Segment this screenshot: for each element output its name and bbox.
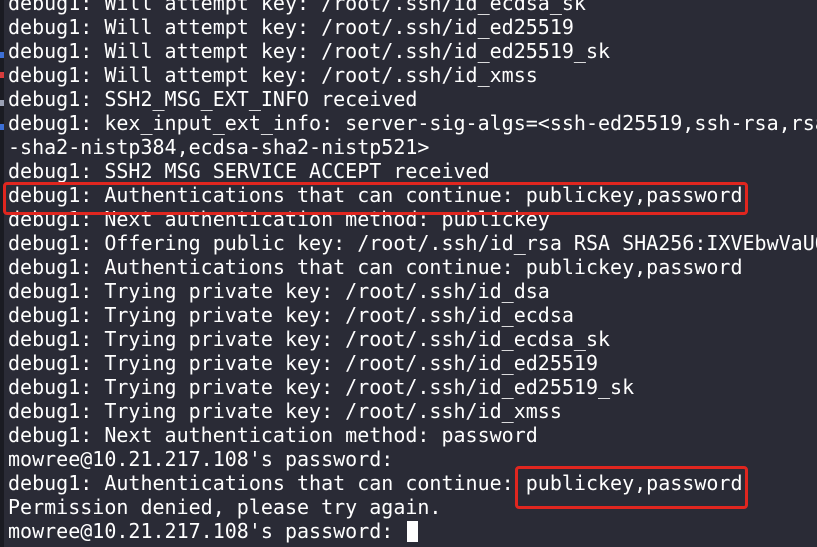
gutter-mark (0, 72, 4, 78)
terminal-line: debug1: Trying private key: /root/.ssh/i… (8, 375, 635, 399)
terminal-line: debug1: Trying private key: /root/.ssh/i… (8, 399, 562, 423)
terminal-line: -sha2-nistp384,ecdsa-sha2-nistp521> (8, 135, 430, 159)
terminal-line: debug1: Trying private key: /root/.ssh/i… (8, 303, 574, 327)
terminal-line: debug1: Will attempt key: /root/.ssh/id_… (8, 39, 611, 63)
terminal-line: debug1: Trying private key: /root/.ssh/i… (8, 327, 611, 351)
terminal-window[interactable]: debug1: Will attempt key: /root/.ssh/id_… (0, 0, 817, 547)
text-cursor[interactable] (407, 521, 419, 542)
terminal-line: debug1: Authentications that can continu… (8, 255, 743, 279)
gutter-mark (0, 52, 4, 58)
password-prompt: mowree@10.21.217.108's password: (8, 519, 406, 543)
left-gutter (0, 0, 4, 547)
terminal-line: debug1: Trying private key: /root/.ssh/i… (8, 279, 550, 303)
terminal-line: debug1: Will attempt key: /root/.ssh/id_… (8, 0, 586, 15)
terminal-output: debug1: Will attempt key: /root/.ssh/id_… (8, 0, 817, 543)
terminal-line: debug1: Will attempt key: /root/.ssh/id_… (8, 15, 574, 39)
gutter-mark (0, 100, 4, 106)
highlight-box-auth-line (3, 182, 748, 215)
terminal-line: debug1: SSH2_MSG_EXT_INFO received (8, 87, 418, 111)
terminal-line: debug1: Trying private key: /root/.ssh/i… (8, 351, 599, 375)
terminal-line: debug1: kex_input_ext_info: server-sig-a… (8, 111, 817, 135)
terminal-line: debug1: Will attempt key: /root/.ssh/id_… (8, 63, 538, 87)
terminal-line: debug1: SSH2_MSG_SERVICE_ACCEPT received (8, 159, 490, 183)
highlight-box-methods (515, 466, 748, 509)
terminal-line: debug1: Next authentication method: pass… (8, 423, 538, 447)
gutter-mark (0, 124, 4, 130)
terminal-prompt-line[interactable]: mowree@10.21.217.108's password: (8, 519, 817, 543)
terminal-line: debug1: Offering public key: /root/.ssh/… (8, 231, 817, 255)
